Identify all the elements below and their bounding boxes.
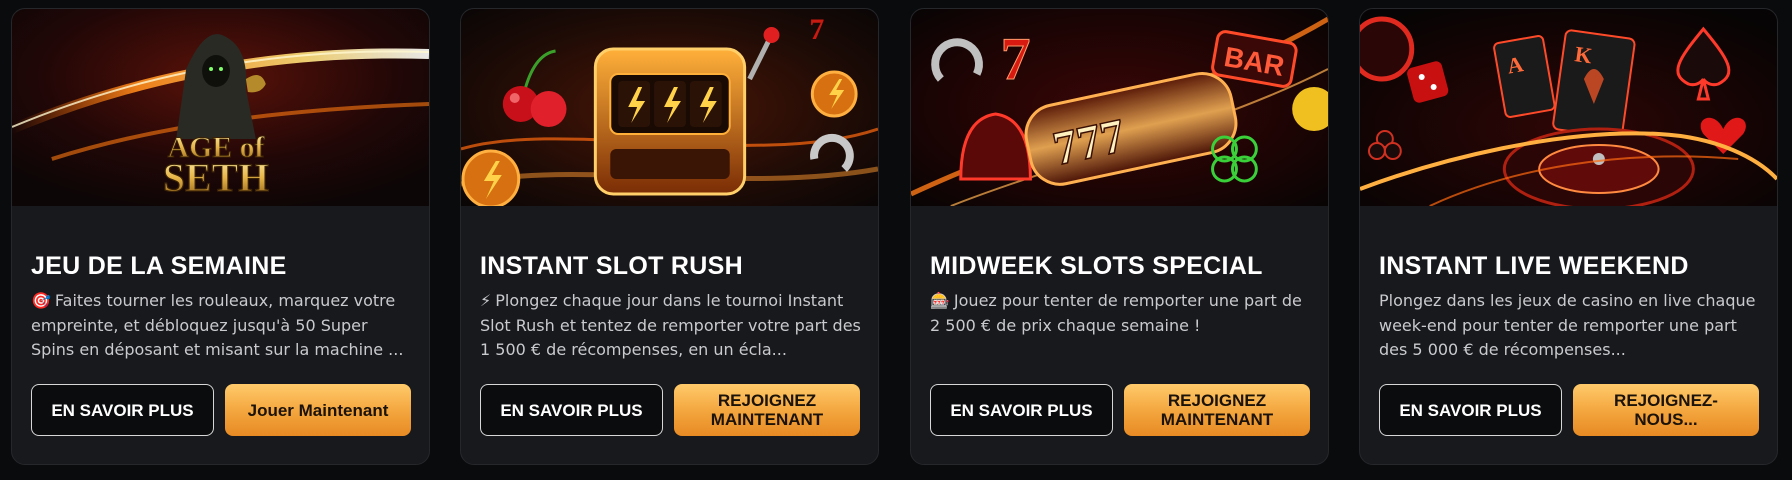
learn-more-button[interactable]: EN SAVOIR PLUS — [930, 384, 1113, 436]
card-description-text: Jouez pour tenter de remporter une part … — [930, 291, 1302, 335]
card-description-text: Plongez dans les jeux de casino en live … — [1379, 291, 1756, 359]
play-now-button[interactable]: Jouer Maintenant — [225, 384, 411, 436]
learn-more-button[interactable]: EN SAVOIR PLUS — [1379, 384, 1562, 436]
live-casino-image: A K — [1360, 9, 1777, 206]
promo-card-instant-slot-rush[interactable]: 7 INSTANT SLOT RUSH ⚡ Plongez chaque jour… — [460, 8, 879, 465]
lightning-icon: ⚡ — [480, 291, 492, 310]
card-description: ⚡ Plongez chaque jour dans le tournoi Ins… — [480, 289, 864, 363]
svg-text:7: 7 — [809, 13, 824, 46]
slot-machine-banner[interactable]: 7 — [461, 9, 878, 206]
promo-card-jeu-de-la-semaine[interactable]: AGE of SETH JEU DE LA SEMAINE 🎯 Faites to… — [11, 8, 430, 465]
card-title: MIDWEEK SLOTS SPECIAL — [930, 252, 1263, 280]
promo-card-instant-live-weekend[interactable]: A K INSTANT LIVE WEEKEND Plongez dans le… — [1359, 8, 1778, 465]
age-of-seth-image: AGE of SETH — [12, 9, 429, 206]
card-actions: EN SAVOIR PLUS REJOIGNEZ MAINTENANT — [930, 384, 1311, 436]
lucky-777-image: 7 777 BAR — [911, 9, 1328, 206]
card-description: Plongez dans les jeux de casino en live … — [1379, 289, 1763, 363]
slot-machine-icon: 🎰 — [930, 291, 950, 310]
card-description-text: Faites tourner les rouleaux, marquez vot… — [31, 291, 404, 359]
card-actions: EN SAVOIR PLUS Jouer Maintenant — [31, 384, 412, 436]
card-description: 🎯 Faites tourner les rouleaux, marquez vo… — [31, 289, 415, 363]
card-title: JEU DE LA SEMAINE — [31, 252, 287, 280]
promotions-row: AGE of SETH JEU DE LA SEMAINE 🎯 Faites to… — [0, 0, 1792, 480]
join-now-button[interactable]: REJOIGNEZ MAINTENANT — [1124, 384, 1310, 436]
learn-more-button[interactable]: EN SAVOIR PLUS — [31, 384, 214, 436]
target-icon: 🎯 — [31, 291, 51, 310]
promo-card-midweek-slots-special[interactable]: 7 777 BAR MIDWEEK SLOTS SPECIAL 🎰 Jouez … — [910, 8, 1329, 465]
learn-more-button[interactable]: EN SAVOIR PLUS — [480, 384, 663, 436]
slot-machine-image: 7 — [461, 9, 878, 206]
join-now-button[interactable]: REJOIGNEZ MAINTENANT — [674, 384, 860, 436]
live-casino-banner[interactable]: A K — [1360, 9, 1777, 206]
join-us-button[interactable]: REJOIGNEZ-NOUS... — [1573, 384, 1759, 436]
banner-logo-text: AGE of SETH — [162, 130, 269, 200]
lucky-777-banner[interactable]: 7 777 BAR — [911, 9, 1328, 206]
card-actions: EN SAVOIR PLUS REJOIGNEZ-NOUS... — [1379, 384, 1760, 436]
card-description-text: Plongez chaque jour dans le tournoi Inst… — [480, 291, 861, 359]
card-title: INSTANT LIVE WEEKEND — [1379, 252, 1689, 280]
age-of-seth-banner[interactable]: AGE of SETH — [12, 9, 429, 206]
card-description: 🎰 Jouez pour tenter de remporter une part… — [930, 289, 1314, 338]
svg-text:7: 7 — [1001, 26, 1031, 92]
svg-text:SETH: SETH — [163, 155, 269, 200]
svg-text:K: K — [1573, 41, 1593, 68]
card-title: INSTANT SLOT RUSH — [480, 252, 743, 280]
card-actions: EN SAVOIR PLUS REJOIGNEZ MAINTENANT — [480, 384, 861, 436]
